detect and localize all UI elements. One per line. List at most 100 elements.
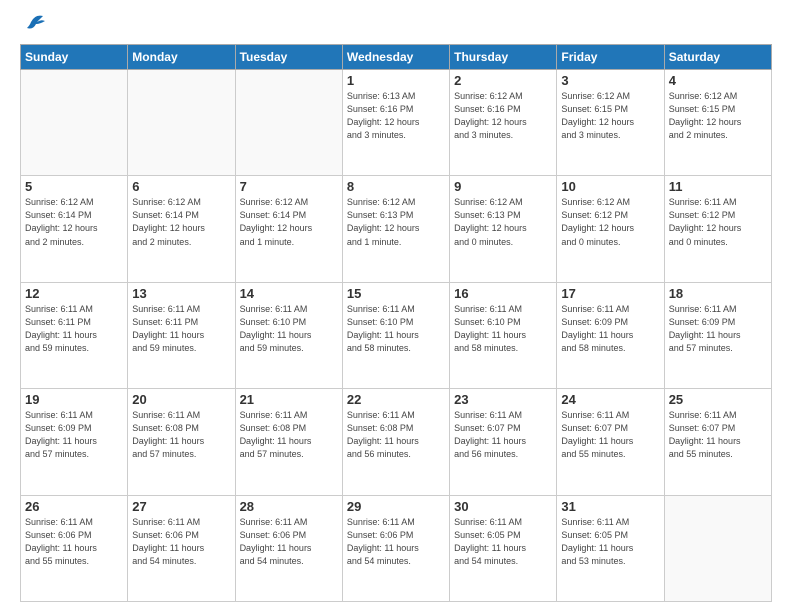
day-number: 20 (132, 392, 230, 407)
calendar-day-cell: 11 Sunrise: 6:11 AM Sunset: 6:12 PM Dayli… (664, 176, 771, 282)
day-info: Sunrise: 6:11 AM Sunset: 6:05 PM Dayligh… (454, 516, 552, 568)
calendar-day-header: Sunday (21, 45, 128, 70)
calendar-day-cell: 5Sunrise: 6:12 AM Sunset: 6:14 PM Daylig… (21, 176, 128, 282)
day-info: Sunrise: 6:11 AM Sunset: 6:06 PM Dayligh… (347, 516, 445, 568)
calendar-day-cell: 7 Sunrise: 6:12 AM Sunset: 6:14 PM Daylig… (235, 176, 342, 282)
day-info: Sunrise: 6:11 AM Sunset: 6:08 PM Dayligh… (240, 409, 338, 461)
day-number: 26 (25, 499, 123, 514)
day-info: Sunrise: 6:13 AM Sunset: 6:16 PM Dayligh… (347, 90, 445, 142)
calendar-day-cell: 4 Sunrise: 6:12 AM Sunset: 6:15 PM Daylig… (664, 70, 771, 176)
day-number: 4 (669, 73, 767, 88)
calendar-day-cell: 18 Sunrise: 6:11 AM Sunset: 6:09 PM Dayli… (664, 282, 771, 388)
calendar-day-cell: 2 Sunrise: 6:12 AM Sunset: 6:16 PM Daylig… (450, 70, 557, 176)
day-number: 21 (240, 392, 338, 407)
day-info: Sunrise: 6:11 AM Sunset: 6:06 PM Dayligh… (25, 516, 123, 568)
day-info: Sunrise: 6:11 AM Sunset: 6:09 PM Dayligh… (25, 409, 123, 461)
calendar-header-row: SundayMondayTuesdayWednesdayThursdayFrid… (21, 45, 772, 70)
day-number: 13 (132, 286, 230, 301)
day-number: 10 (561, 179, 659, 194)
day-number: 28 (240, 499, 338, 514)
day-number: 2 (454, 73, 552, 88)
day-info: Sunrise: 6:12 AM Sunset: 6:14 PM Dayligh… (240, 196, 338, 248)
logo (20, 16, 49, 32)
calendar-day-cell (664, 495, 771, 601)
day-number: 3 (561, 73, 659, 88)
day-info: Sunrise: 6:11 AM Sunset: 6:08 PM Dayligh… (132, 409, 230, 461)
calendar-day-cell (235, 70, 342, 176)
calendar-day-cell: 22 Sunrise: 6:11 AM Sunset: 6:08 PM Dayli… (342, 389, 449, 495)
day-number: 30 (454, 499, 552, 514)
calendar-day-cell: 15 Sunrise: 6:11 AM Sunset: 6:10 PM Dayli… (342, 282, 449, 388)
day-info: Sunrise: 6:12 AM Sunset: 6:12 PM Dayligh… (561, 196, 659, 248)
calendar-day-cell: 28 Sunrise: 6:11 AM Sunset: 6:06 PM Dayli… (235, 495, 342, 601)
day-info: Sunrise: 6:11 AM Sunset: 6:10 PM Dayligh… (347, 303, 445, 355)
day-info: Sunrise: 6:11 AM Sunset: 6:05 PM Dayligh… (561, 516, 659, 568)
calendar-day-cell: 29 Sunrise: 6:11 AM Sunset: 6:06 PM Dayli… (342, 495, 449, 601)
day-info: Sunrise: 6:12 AM Sunset: 6:13 PM Dayligh… (347, 196, 445, 248)
day-number: 23 (454, 392, 552, 407)
calendar-day-cell: 16 Sunrise: 6:11 AM Sunset: 6:10 PM Dayli… (450, 282, 557, 388)
day-number: 11 (669, 179, 767, 194)
calendar-day-cell: 12 Sunrise: 6:11 AM Sunset: 6:11 PM Dayli… (21, 282, 128, 388)
calendar-day-header: Saturday (664, 45, 771, 70)
logo-bird-icon (23, 12, 49, 32)
day-info: Sunrise: 6:12 AM Sunset: 6:13 PM Dayligh… (454, 196, 552, 248)
header (20, 16, 772, 32)
day-number: 17 (561, 286, 659, 301)
calendar-day-cell: 13Sunrise: 6:11 AM Sunset: 6:11 PM Dayli… (128, 282, 235, 388)
day-number: 29 (347, 499, 445, 514)
day-number: 8 (347, 179, 445, 194)
calendar-day-cell: 27 Sunrise: 6:11 AM Sunset: 6:06 PM Dayli… (128, 495, 235, 601)
day-number: 25 (669, 392, 767, 407)
day-number: 12 (25, 286, 123, 301)
day-number: 19 (25, 392, 123, 407)
calendar-week-row: 26 Sunrise: 6:11 AM Sunset: 6:06 PM Dayli… (21, 495, 772, 601)
day-info: Sunrise: 6:11 AM Sunset: 6:07 PM Dayligh… (669, 409, 767, 461)
day-info: Sunrise: 6:11 AM Sunset: 6:11 PM Dayligh… (25, 303, 123, 355)
calendar-day-header: Friday (557, 45, 664, 70)
day-info: Sunrise: 6:12 AM Sunset: 6:15 PM Dayligh… (669, 90, 767, 142)
calendar-day-cell: 23Sunrise: 6:11 AM Sunset: 6:07 PM Dayli… (450, 389, 557, 495)
day-number: 24 (561, 392, 659, 407)
day-number: 31 (561, 499, 659, 514)
day-number: 7 (240, 179, 338, 194)
calendar-week-row: 5 Sunrise: 6:12 AM Sunset: 6:14 PM Daylig… (21, 176, 772, 282)
calendar-day-cell: 25 Sunrise: 6:11 AM Sunset: 6:07 PM Dayli… (664, 389, 771, 495)
day-info: Sunrise: 6:11 AM Sunset: 6:10 PM Dayligh… (240, 303, 338, 355)
day-info: Sunrise: 6:11 AM Sunset: 6:12 PM Dayligh… (669, 196, 767, 248)
calendar-day-header: Thursday (450, 45, 557, 70)
calendar-day-cell: 1 Sunrise: 6:13 AM Sunset: 6:16 PM Daylig… (342, 70, 449, 176)
day-info: Sunrise: 6:11 AM Sunset: 6:09 PM Dayligh… (669, 303, 767, 355)
day-info: Sunrise: 6:11 AM Sunset: 6:06 PM Dayligh… (240, 516, 338, 568)
calendar-day-header: Monday (128, 45, 235, 70)
day-number: 22 (347, 392, 445, 407)
calendar-day-cell: 21 Sunrise: 6:11 AM Sunset: 6:08 PM Dayli… (235, 389, 342, 495)
day-number: 5 (25, 179, 123, 194)
calendar-day-header: Tuesday (235, 45, 342, 70)
calendar-week-row: 19 Sunrise: 6:11 AM Sunset: 6:09 PM Dayli… (21, 389, 772, 495)
day-number: 1 (347, 73, 445, 88)
day-number: 6 (132, 179, 230, 194)
calendar-table: SundayMondayTuesdayWednesdayThursdayFrid… (20, 44, 772, 602)
page: SundayMondayTuesdayWednesdayThursdayFrid… (0, 0, 792, 612)
calendar-day-cell: 10 Sunrise: 6:12 AM Sunset: 6:12 PM Dayli… (557, 176, 664, 282)
calendar-day-cell: 24Sunrise: 6:11 AM Sunset: 6:07 PM Dayli… (557, 389, 664, 495)
day-number: 18 (669, 286, 767, 301)
day-number: 9 (454, 179, 552, 194)
day-info: Sunrise: 6:11 AM Sunset: 6:10 PM Dayligh… (454, 303, 552, 355)
calendar-day-cell (128, 70, 235, 176)
calendar-day-cell: 20 Sunrise: 6:11 AM Sunset: 6:08 PM Dayli… (128, 389, 235, 495)
day-info: Sunrise: 6:11 AM Sunset: 6:06 PM Dayligh… (132, 516, 230, 568)
calendar-week-row: 1 Sunrise: 6:13 AM Sunset: 6:16 PM Daylig… (21, 70, 772, 176)
calendar-day-header: Wednesday (342, 45, 449, 70)
day-info: Sunrise: 6:12 AM Sunset: 6:14 PM Dayligh… (132, 196, 230, 248)
day-number: 14 (240, 286, 338, 301)
day-info: Sunrise: 6:11 AM Sunset: 6:08 PM Dayligh… (347, 409, 445, 461)
day-number: 16 (454, 286, 552, 301)
day-number: 27 (132, 499, 230, 514)
calendar-day-cell: 9 Sunrise: 6:12 AM Sunset: 6:13 PM Daylig… (450, 176, 557, 282)
day-number: 15 (347, 286, 445, 301)
calendar-day-cell: 17Sunrise: 6:11 AM Sunset: 6:09 PM Dayli… (557, 282, 664, 388)
day-info: Sunrise: 6:12 AM Sunset: 6:16 PM Dayligh… (454, 90, 552, 142)
calendar-day-cell: 30 Sunrise: 6:11 AM Sunset: 6:05 PM Dayli… (450, 495, 557, 601)
